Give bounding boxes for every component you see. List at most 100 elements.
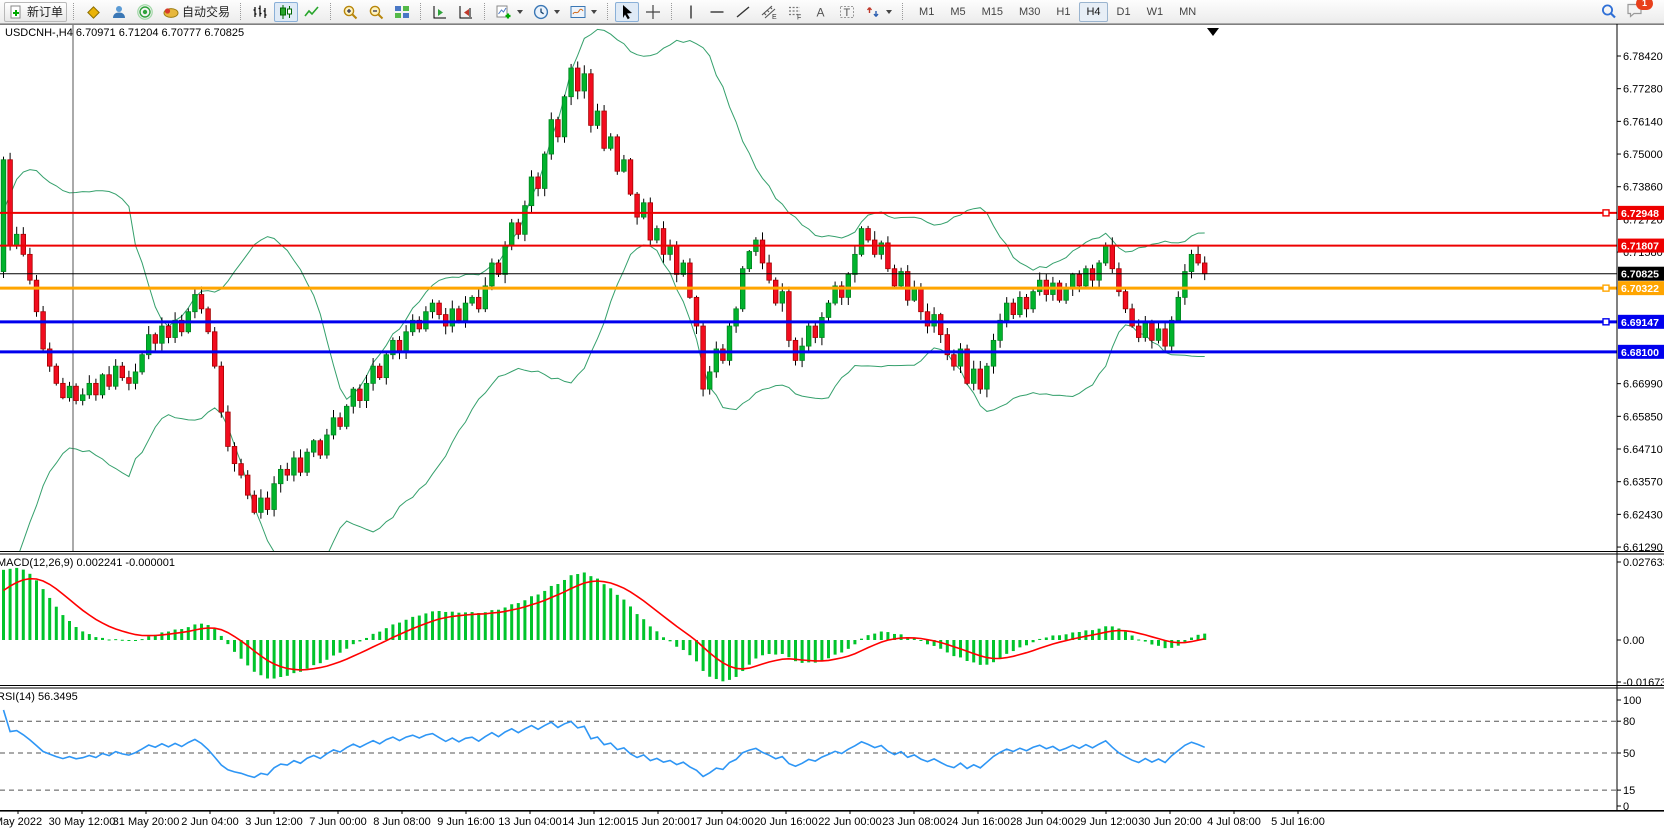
auto-scroll-button[interactable] bbox=[428, 2, 452, 22]
price-tick-label: 6.65850 bbox=[1623, 411, 1663, 423]
price-tick-label: 6.63570 bbox=[1623, 477, 1663, 489]
chart-canvas[interactable]: 6.784206.772806.761406.750006.738606.727… bbox=[0, 0, 1664, 832]
macd-tick-label: 0.027633 bbox=[1623, 557, 1664, 569]
time-tick-label: 30 May 12:00 bbox=[49, 816, 116, 828]
zoom-in-icon bbox=[342, 4, 358, 20]
tab-timeframe-m5[interactable]: M5 bbox=[943, 2, 972, 22]
add-indicator-button[interactable] bbox=[492, 2, 527, 22]
crosshair-icon bbox=[645, 4, 661, 20]
tab-timeframe-d1[interactable]: D1 bbox=[1110, 2, 1138, 22]
line-handle[interactable] bbox=[1603, 210, 1609, 216]
separator bbox=[484, 3, 486, 20]
signals-icon bbox=[137, 4, 153, 20]
time-tick-label: 31 May 20:00 bbox=[113, 816, 180, 828]
new-order-label: 新订单 bbox=[27, 3, 63, 20]
time-tick-label: 4 Jul 08:00 bbox=[1207, 816, 1261, 828]
price-tick-label: 6.78420 bbox=[1623, 51, 1663, 63]
zoom-in-button[interactable] bbox=[338, 2, 362, 22]
svg-text:F: F bbox=[797, 14, 801, 20]
vertical-line-icon bbox=[683, 4, 699, 20]
bar-chart-button[interactable] bbox=[248, 2, 272, 22]
symbol-ohlc-label: USDCNH-,H4 6.70971 6.71204 6.70777 6.708… bbox=[5, 27, 244, 39]
candlestick-chart-button[interactable] bbox=[274, 2, 298, 22]
separator bbox=[240, 3, 242, 20]
auto-scroll-icon bbox=[432, 4, 448, 20]
tab-timeframe-m1[interactable]: M1 bbox=[912, 2, 941, 22]
periods-button[interactable] bbox=[529, 2, 564, 22]
new-order-button[interactable]: 新订单 bbox=[4, 2, 67, 22]
mql5-community-icon bbox=[111, 4, 127, 20]
mql5-community-button[interactable] bbox=[107, 2, 131, 22]
separator bbox=[607, 3, 609, 20]
metaeditor-icon bbox=[85, 4, 101, 20]
text-tool[interactable]: A bbox=[809, 2, 833, 22]
separator bbox=[330, 3, 332, 20]
add-indicator-icon bbox=[496, 4, 512, 20]
svg-text:6.69147: 6.69147 bbox=[1621, 317, 1659, 329]
trendline-tool[interactable] bbox=[731, 2, 755, 22]
macd-tick-label: -0.016736 bbox=[1623, 677, 1664, 689]
autotrading-label: 自动交易 bbox=[182, 3, 230, 20]
templates-button[interactable] bbox=[566, 2, 601, 22]
chart-shift-button[interactable] bbox=[454, 2, 478, 22]
time-tick-label: 28 Jun 04:00 bbox=[1010, 816, 1074, 828]
separator bbox=[671, 3, 673, 20]
price-tick-label: 6.64710 bbox=[1623, 444, 1663, 456]
vertical-line-tool[interactable] bbox=[679, 2, 703, 22]
tile-windows-button[interactable] bbox=[390, 2, 414, 22]
time-tick-label: 29 Jun 12:00 bbox=[1074, 816, 1138, 828]
search-button[interactable] bbox=[1596, 2, 1620, 22]
crosshair-button[interactable] bbox=[641, 2, 665, 22]
autotrading-button[interactable]: 自动交易 bbox=[159, 2, 234, 22]
svg-text:T: T bbox=[844, 7, 851, 19]
time-tick-label: 23 Jun 08:00 bbox=[882, 816, 946, 828]
svg-text:6.68100: 6.68100 bbox=[1621, 347, 1659, 359]
price-tick-label: 6.62430 bbox=[1623, 509, 1663, 521]
metaeditor-button[interactable] bbox=[81, 2, 105, 22]
line-chart-icon bbox=[304, 4, 320, 20]
time-tick-label: 8 Jun 08:00 bbox=[373, 816, 431, 828]
chevron-down-icon bbox=[886, 10, 892, 14]
price-tick-label: 6.77280 bbox=[1623, 84, 1663, 96]
line-handle[interactable] bbox=[1603, 319, 1609, 325]
mt4-terminal: 6.784206.772806.761406.750006.738606.727… bbox=[0, 0, 1664, 832]
tab-timeframe-h4[interactable]: H4 bbox=[1079, 2, 1107, 22]
separator bbox=[73, 3, 75, 20]
time-tick-label: 13 Jun 04:00 bbox=[498, 816, 562, 828]
line-handle[interactable] bbox=[1603, 285, 1609, 291]
chevron-down-icon bbox=[554, 10, 560, 14]
tile-windows-icon bbox=[394, 4, 410, 20]
separator bbox=[420, 3, 422, 20]
price-tick-label: 6.73860 bbox=[1623, 182, 1663, 194]
time-tick-label: 5 Jul 16:00 bbox=[1271, 816, 1325, 828]
clock-icon bbox=[533, 4, 549, 20]
cursor-button[interactable] bbox=[615, 2, 639, 22]
line-chart-button[interactable] bbox=[300, 2, 324, 22]
trendline-icon bbox=[735, 4, 751, 20]
equidistant-channel-tool[interactable]: E bbox=[757, 2, 781, 22]
signals-button[interactable] bbox=[133, 2, 157, 22]
fibonacci-tool[interactable]: F bbox=[783, 2, 807, 22]
arrows-tool[interactable] bbox=[861, 2, 896, 22]
cursor-icon bbox=[619, 4, 635, 20]
time-tick-label: 2 Jun 04:00 bbox=[181, 816, 239, 828]
separator bbox=[902, 3, 904, 20]
time-tick-label: 22 Jun 00:00 bbox=[818, 816, 882, 828]
time-axis-border bbox=[0, 810, 1664, 812]
notification-badge[interactable]: 1 bbox=[1636, 0, 1653, 10]
rsi-tick-label: 100 bbox=[1623, 695, 1641, 707]
template-icon bbox=[570, 4, 586, 20]
time-tick-label: 24 Jun 16:00 bbox=[946, 816, 1010, 828]
horizontal-line-icon bbox=[709, 4, 725, 20]
tab-timeframe-w1[interactable]: W1 bbox=[1140, 2, 1171, 22]
tab-timeframe-m15[interactable]: M15 bbox=[975, 2, 1010, 22]
tab-timeframe-m30[interactable]: M30 bbox=[1012, 2, 1047, 22]
chart-window[interactable]: 6.784206.772806.761406.750006.738606.727… bbox=[0, 0, 1664, 832]
label-tool[interactable]: T bbox=[835, 2, 859, 22]
tab-timeframe-h1[interactable]: H1 bbox=[1049, 2, 1077, 22]
horizontal-line-tool[interactable] bbox=[705, 2, 729, 22]
time-tick-label: May 2022 bbox=[0, 816, 42, 828]
zoom-out-button[interactable] bbox=[364, 2, 388, 22]
macd-tick-label: 0.00 bbox=[1623, 635, 1644, 647]
tab-timeframe-mn[interactable]: MN bbox=[1172, 2, 1203, 22]
